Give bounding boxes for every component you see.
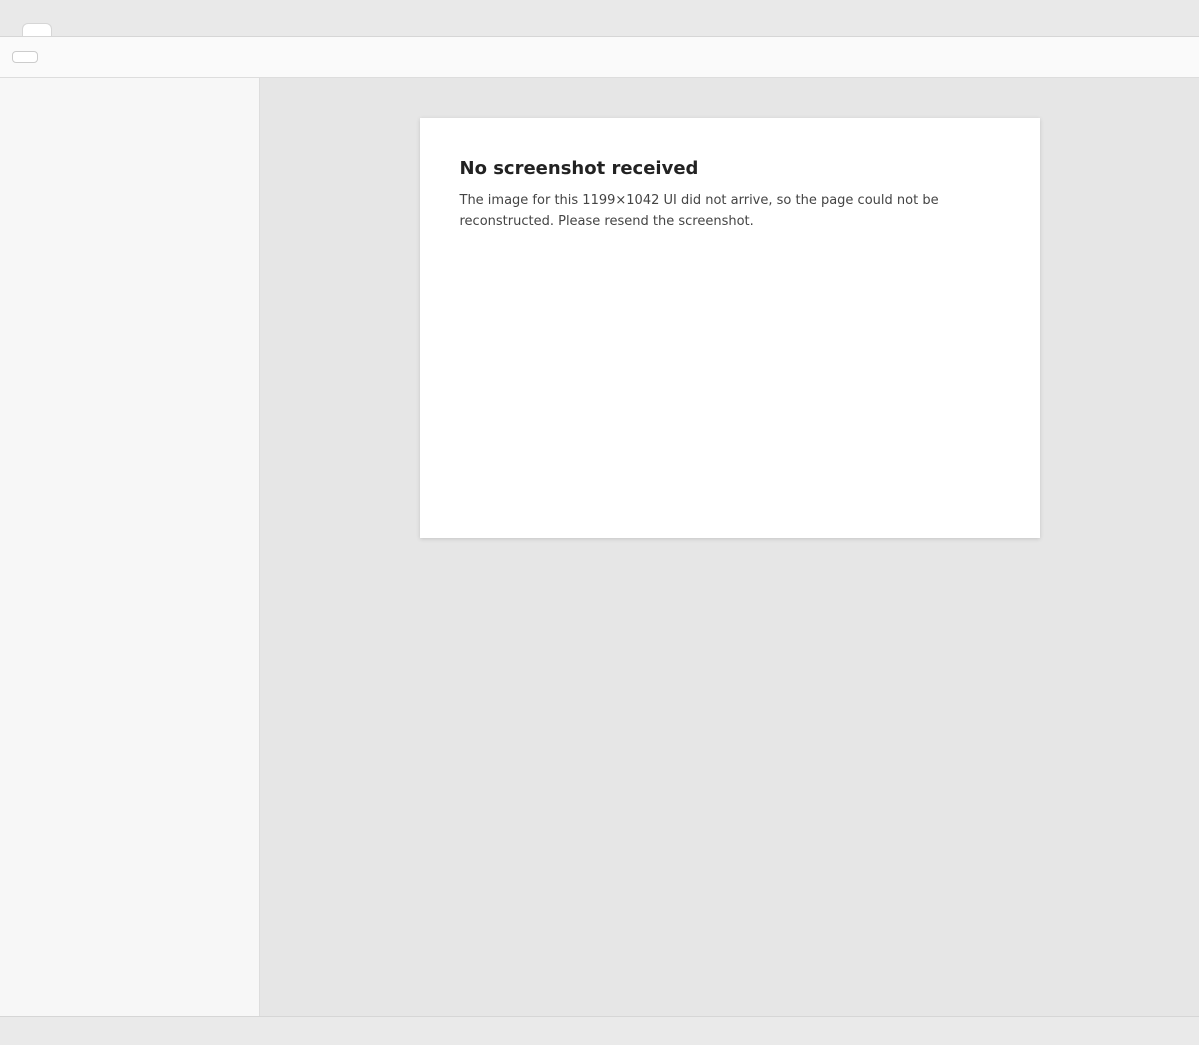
- primary-toolbar-button[interactable]: [12, 51, 38, 63]
- notice-title: No screenshot received: [459, 158, 699, 179]
- document-page: No screenshot received The image for thi…: [419, 118, 1040, 538]
- main-area: No screenshot received The image for thi…: [0, 78, 1199, 1016]
- title-bar: [0, 0, 1199, 37]
- notice-body: The image for this 1199×1042 UI did not …: [459, 193, 939, 229]
- status-bar: [0, 1016, 1199, 1045]
- toolbar: [0, 37, 1199, 78]
- document-tab[interactable]: [22, 23, 52, 36]
- document-canvas: No screenshot received The image for thi…: [260, 78, 1199, 1016]
- sidebar: [0, 78, 260, 1016]
